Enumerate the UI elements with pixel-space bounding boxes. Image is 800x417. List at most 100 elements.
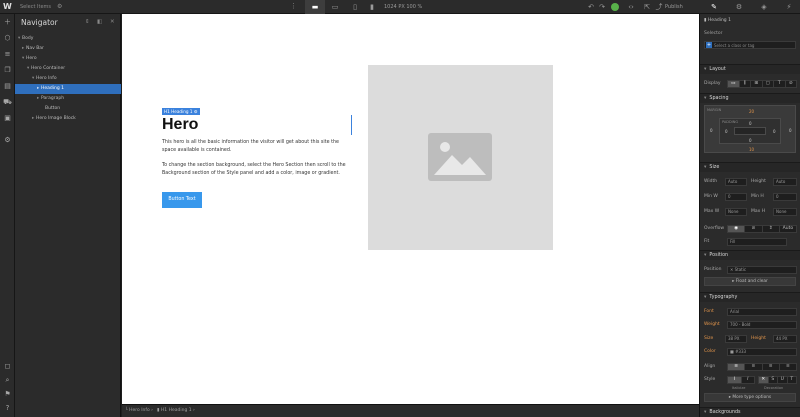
display-inline-block-icon[interactable]: ▢ — [763, 81, 774, 87]
hero-paragraph-2[interactable]: To change the section background, select… — [162, 162, 352, 177]
typography-section-header[interactable]: ▾ Typography — [700, 292, 800, 302]
min-width-input[interactable]: 0 — [725, 193, 747, 201]
decoration-segmented-control[interactable]: ✕ S U T — [758, 376, 797, 384]
decoration-none-icon[interactable]: ✕ — [759, 377, 769, 383]
more-type-options-button[interactable]: ▸ More type options — [704, 393, 796, 402]
max-width-input[interactable]: None — [725, 208, 747, 216]
line-height-input[interactable]: 44 PX — [773, 335, 797, 343]
more-options-icon[interactable]: ⋮ — [290, 2, 297, 10]
italic-on-icon[interactable]: I — [742, 377, 755, 383]
cms-icon[interactable]: ▤ — [3, 82, 12, 91]
collapse-all-icon[interactable]: ⇕ — [85, 19, 90, 25]
font-select[interactable]: Arial — [727, 308, 797, 316]
overflow-scroll-icon[interactable]: ⇕ — [763, 226, 780, 232]
overline-icon[interactable]: T — [788, 377, 797, 383]
pin-panel-icon[interactable]: ◧ — [97, 19, 102, 25]
preview-icon[interactable]: ◻ — [3, 362, 12, 371]
padding-top-value[interactable]: 0 — [749, 121, 752, 126]
backgrounds-section-header[interactable]: ▾ Backgrounds — [700, 407, 800, 417]
tree-item-hero-container[interactable]: ▾ Hero Container — [15, 64, 121, 74]
align-left-icon[interactable]: ≡ — [728, 364, 746, 370]
max-height-input[interactable]: None — [773, 208, 797, 216]
page-settings-icon[interactable]: ⚙ — [57, 3, 62, 10]
display-none-icon[interactable]: ⊘ — [786, 81, 797, 87]
search-icon[interactable]: ⌕ — [3, 376, 12, 385]
tablet-breakpoint-icon[interactable]: ▭ — [325, 0, 345, 14]
close-icon[interactable]: ✕ — [110, 19, 115, 25]
italic-segmented-control[interactable]: I I — [727, 376, 755, 384]
desktop-breakpoint-icon[interactable]: ▬ — [305, 0, 325, 14]
margin-top-value[interactable]: 20 — [749, 109, 754, 114]
tree-item-hero-info[interactable]: ▾ Hero Info — [15, 74, 121, 84]
margin-bottom-value[interactable]: 10 — [749, 147, 754, 152]
breadcrumb-item-heading[interactable]: ▮ H1 Heading 1 › — [157, 408, 195, 413]
symbols-icon[interactable]: ⬡ — [3, 34, 12, 43]
mobile-portrait-icon[interactable]: ▮ — [362, 0, 382, 14]
hero-button[interactable]: Button Text — [162, 192, 202, 208]
tree-item-nav-bar[interactable]: ▸ Nav Bar — [15, 44, 121, 54]
selector-field[interactable]: + Select a class or tag — [704, 41, 796, 49]
underline-icon[interactable]: U — [778, 377, 788, 383]
style-panel-tab-icon[interactable]: ✎ — [701, 0, 727, 14]
display-flex-icon[interactable]: ⫼ — [740, 81, 751, 87]
overflow-segmented-control[interactable]: ◉ ⊘ ⇕ Auto — [727, 225, 797, 233]
help-icon[interactable]: ? — [3, 404, 12, 413]
min-height-input[interactable]: 0 — [773, 193, 797, 201]
project-name[interactable]: Select Items — [20, 4, 51, 10]
align-right-icon[interactable]: ≡ — [763, 364, 780, 370]
hero-image-placeholder[interactable] — [368, 65, 553, 250]
overflow-auto-option[interactable]: Auto — [780, 226, 796, 232]
display-segmented-control[interactable]: ▭ ⫼ ⊞ ▢ T ⊘ — [727, 80, 797, 88]
padding-right-value[interactable]: 0 — [773, 129, 776, 134]
page-canvas[interactable]: H1 Heading 1 ⚙ Hero This hero is all the… — [122, 14, 699, 404]
redo-icon[interactable]: ↷ — [597, 2, 607, 12]
color-input[interactable]: ■ #333 — [727, 348, 797, 356]
settings-icon[interactable]: ⚙ — [3, 136, 12, 145]
overflow-visible-icon[interactable]: ◉ — [728, 226, 746, 232]
undo-icon[interactable]: ↶ — [586, 2, 596, 12]
align-center-icon[interactable]: ≡ — [745, 364, 763, 370]
margin-left-value[interactable]: 0 — [710, 128, 713, 133]
ecommerce-icon[interactable]: ⛟ — [3, 98, 12, 107]
margin-box[interactable]: MARGIN 20 0 0 10 PADDING 0 0 0 0 — [704, 105, 796, 153]
height-input[interactable]: Auto — [773, 178, 797, 186]
share-icon[interactable]: ⤴ — [654, 2, 664, 12]
breadcrumb-item-hero-info[interactable]: └ Hero Info › — [125, 408, 153, 413]
tree-item-button[interactable]: Button — [15, 104, 121, 114]
spacing-section-header[interactable]: ▾ Spacing — [700, 93, 800, 103]
audit-icon[interactable]: ⚑ — [3, 390, 12, 399]
padding-left-value[interactable]: 0 — [725, 129, 728, 134]
selected-element-badge[interactable]: H1 Heading 1 ⚙ — [162, 108, 200, 115]
settings-panel-tab-icon[interactable]: ⚙ — [726, 0, 752, 14]
hero-heading[interactable]: Hero — [162, 115, 198, 135]
tree-item-heading-1[interactable]: ▸ Heading 1 — [15, 84, 121, 94]
align-segmented-control[interactable]: ≡ ≡ ≡ ≡ — [727, 363, 797, 371]
webflow-logo-icon[interactable]: W — [3, 2, 12, 11]
add-class-icon[interactable]: + — [706, 42, 712, 48]
fit-select[interactable]: Fill — [727, 238, 787, 246]
publish-button[interactable]: Publish — [665, 4, 683, 10]
assets-icon[interactable]: ▣ — [3, 114, 12, 123]
padding-box[interactable]: PADDING 0 0 0 0 — [719, 118, 781, 144]
font-size-input[interactable]: 38 PX — [725, 335, 747, 343]
add-panel-icon[interactable]: ＋ — [3, 18, 12, 27]
display-inline-icon[interactable]: T — [774, 81, 786, 87]
tree-item-hero[interactable]: ▾ Hero — [15, 54, 121, 64]
margin-right-value[interactable]: 0 — [789, 128, 792, 133]
weight-select[interactable]: 700 - Bold — [727, 321, 797, 329]
code-icon[interactable]: ‹› — [626, 2, 636, 12]
italic-off-icon[interactable]: I — [728, 377, 742, 383]
position-section-header[interactable]: ▾ Position — [700, 250, 800, 260]
navigator-icon[interactable]: ≡ — [3, 50, 12, 59]
align-justify-icon[interactable]: ≡ — [780, 364, 796, 370]
padding-bottom-value[interactable]: 0 — [749, 138, 752, 143]
overflow-hidden-icon[interactable]: ⊘ — [745, 226, 763, 232]
float-and-clear-button[interactable]: ▸ Float and clear — [704, 277, 796, 286]
style-manager-tab-icon[interactable]: ◈ — [751, 0, 777, 14]
display-block-icon[interactable]: ▭ — [728, 81, 740, 87]
layout-section-header[interactable]: ▾ Layout — [700, 64, 800, 74]
position-select[interactable]: ✕ Static — [727, 266, 797, 274]
export-icon[interactable]: ⇱ — [642, 2, 652, 12]
pages-icon[interactable]: ❐ — [3, 66, 12, 75]
display-grid-icon[interactable]: ⊞ — [751, 81, 763, 87]
